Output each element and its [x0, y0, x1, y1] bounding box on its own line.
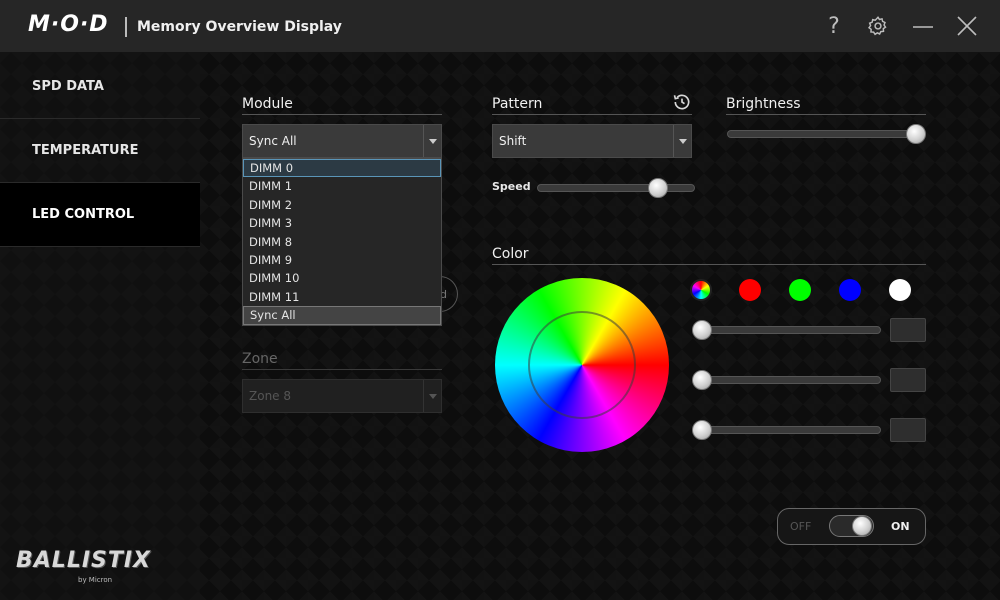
app-title: Memory Overview Display	[137, 19, 342, 35]
close-icon	[957, 16, 977, 36]
power-on-label: ON	[891, 520, 910, 533]
pattern-select[interactable]: Shift	[492, 124, 692, 158]
swatch-multicolor[interactable]	[690, 279, 712, 301]
sidebar-item-temperature[interactable]: TEMPERATURE	[0, 119, 200, 183]
mod-logo: M·O·D	[28, 12, 109, 37]
pattern-select-value: Shift	[499, 134, 527, 148]
dropdown-option-dimm-0[interactable]: DIMM 0	[243, 159, 441, 178]
sidebar-item-label: LED CONTROL	[32, 207, 135, 222]
brand-sub: by Micron	[78, 576, 113, 584]
color-label: Color	[492, 246, 926, 265]
gear-icon	[867, 16, 887, 36]
red-channel-handle[interactable]	[692, 320, 712, 340]
green-channel-handle[interactable]	[692, 370, 712, 390]
dropdown-option-dimm-8[interactable]: DIMM 8	[243, 233, 441, 251]
pattern-label: Pattern	[492, 96, 692, 115]
history-icon[interactable]	[672, 92, 692, 112]
brightness-label: Brightness	[726, 96, 926, 115]
dropdown-option-dimm-1[interactable]: DIMM 1	[243, 177, 441, 195]
blue-channel-handle[interactable]	[692, 420, 712, 440]
module-select-value: Sync All	[249, 134, 297, 148]
close-button[interactable]	[953, 12, 981, 40]
dropdown-option-dimm-11[interactable]: DIMM 11	[243, 288, 441, 306]
zone-label: Zone	[242, 351, 442, 370]
dropdown-option-dimm-9[interactable]: DIMM 9	[243, 251, 441, 269]
zone-select: Zone 8	[242, 379, 442, 413]
blue-channel-value[interactable]	[890, 418, 926, 442]
sidebar-item-label: SPD DATA	[32, 79, 104, 94]
speed-slider-handle[interactable]	[648, 178, 668, 198]
chevron-down-icon	[423, 380, 441, 412]
title-separator	[125, 17, 127, 37]
sidebar-item-spd-data[interactable]: SPD DATA	[0, 55, 200, 119]
dropdown-option-sync-all[interactable]: Sync All	[243, 306, 441, 325]
help-icon: ?	[828, 13, 840, 39]
swatch-white[interactable]	[889, 279, 911, 301]
swatch-blue[interactable]	[839, 279, 861, 301]
red-channel-value[interactable]	[890, 318, 926, 342]
power-toggle-handle[interactable]	[852, 516, 872, 536]
help-button[interactable]: ?	[820, 12, 848, 40]
brightness-slider-handle[interactable]	[906, 124, 926, 144]
green-channel-slider[interactable]	[693, 376, 881, 384]
color-wheel-ring	[528, 311, 636, 419]
chevron-down-icon[interactable]	[673, 125, 691, 157]
minimize-button[interactable]	[909, 12, 937, 40]
zone-select-value: Zone 8	[249, 389, 291, 403]
chevron-down-icon[interactable]	[423, 125, 441, 157]
dropdown-option-dimm-3[interactable]: DIMM 3	[243, 214, 441, 232]
swatch-red[interactable]	[739, 279, 761, 301]
dropdown-option-dimm-2[interactable]: DIMM 2	[243, 196, 441, 214]
power-off-label: OFF	[790, 520, 812, 533]
settings-button[interactable]	[864, 12, 892, 40]
minimize-icon	[913, 26, 933, 28]
ballistix-logo: BALLISTIX by Micron	[16, 548, 186, 584]
brand-name: BALLISTIX	[16, 548, 152, 573]
red-channel-slider[interactable]	[693, 326, 881, 334]
swatch-green[interactable]	[789, 279, 811, 301]
module-label: Module	[242, 96, 442, 115]
sidebar-item-label: TEMPERATURE	[32, 143, 139, 158]
brightness-slider[interactable]	[727, 130, 925, 138]
dropdown-option-dimm-10[interactable]: DIMM 10	[243, 269, 441, 287]
speed-slider[interactable]	[537, 184, 695, 192]
module-dropdown-list: DIMM 0 DIMM 1 DIMM 2 DIMM 3 DIMM 8 DIMM …	[242, 158, 442, 326]
module-select[interactable]: Sync All	[242, 124, 442, 158]
title-bar: M·O·D Memory Overview Display ?	[0, 0, 1000, 52]
speed-label: Speed	[492, 180, 531, 193]
blue-channel-slider[interactable]	[693, 426, 881, 434]
sidebar-item-led-control[interactable]: LED CONTROL	[0, 183, 200, 247]
green-channel-value[interactable]	[890, 368, 926, 392]
